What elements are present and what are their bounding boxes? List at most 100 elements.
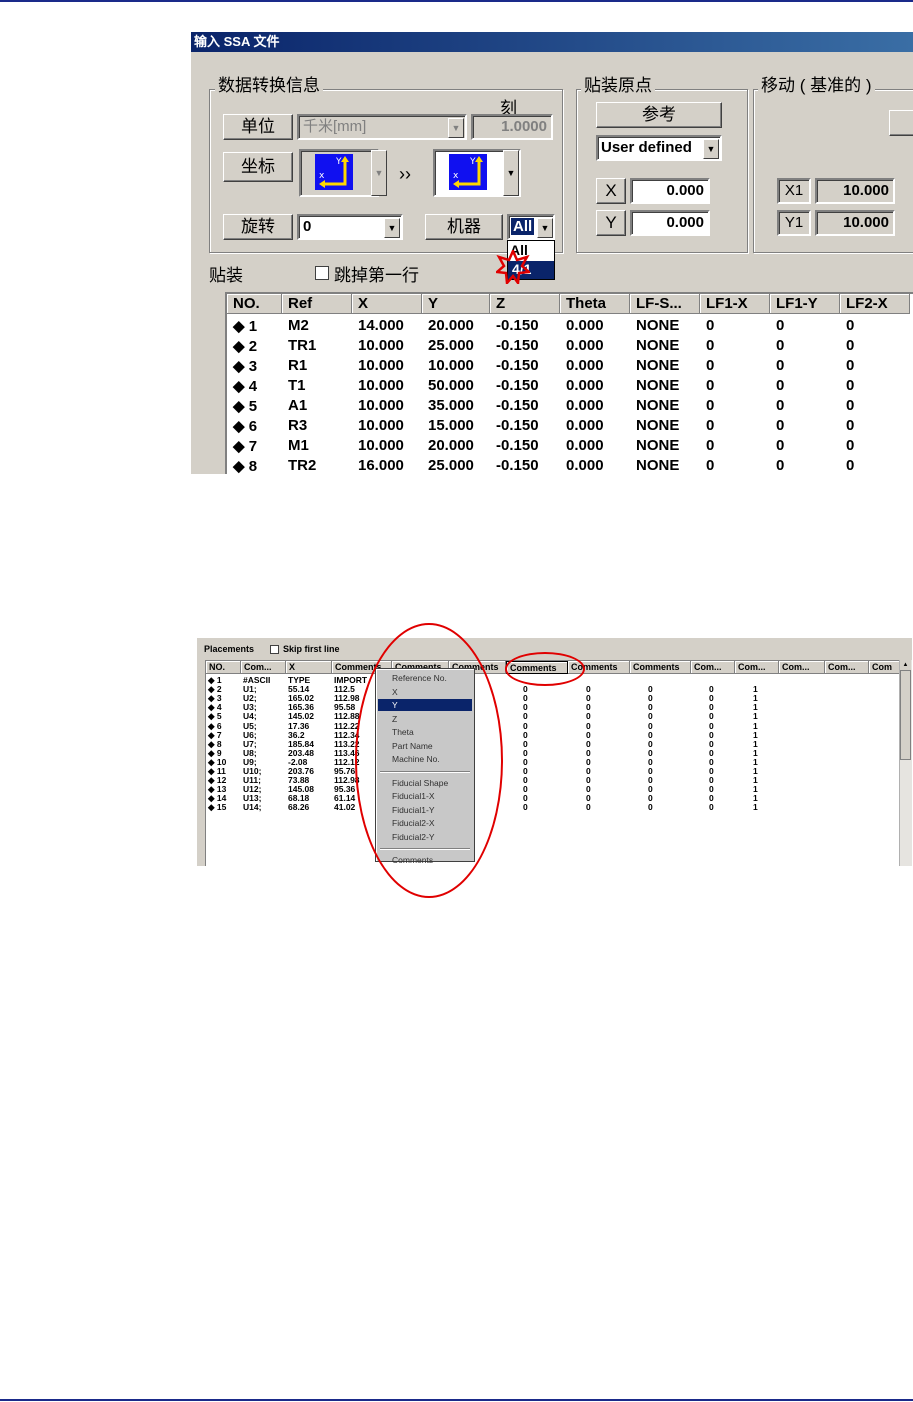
grid-column-header[interactable]: Com... <box>825 661 869 674</box>
move-x1-label: X1 <box>777 178 811 204</box>
coord-target-arrow[interactable]: ▼ <box>503 150 519 196</box>
page-top-rule <box>0 0 913 2</box>
import-ssa-dialog: 输入 SSA 文件 数据转换信息 刻 单位 千米[mm] ▼ 1.0000 坐标… <box>191 32 913 474</box>
column-header[interactable]: LF1-Y <box>770 294 840 314</box>
unit-dropdown-arrow[interactable]: ▼ <box>448 118 464 138</box>
placement-label: 贴装 <box>209 266 243 285</box>
table-cell: 0 <box>776 457 785 474</box>
column-header[interactable]: Ref <box>282 294 352 314</box>
column-header[interactable]: LF1-X <box>700 294 770 314</box>
table-cell: 10.000 <box>428 357 474 374</box>
column-header[interactable]: Z <box>490 294 560 314</box>
table-cell: 0 <box>706 337 715 354</box>
table-cell: ◆ 2 <box>233 338 258 355</box>
grid-column-header[interactable]: Com... <box>241 661 286 674</box>
grid-scrollbar[interactable]: ▲ <box>899 660 912 866</box>
table-cell: ◆ 7 <box>233 438 258 455</box>
table-cell: 20.000 <box>428 437 474 454</box>
move-title: 移动 ( 基准的 ) <box>758 76 875 96</box>
column-header[interactable]: LF-S... <box>630 294 700 314</box>
svg-text:x: x <box>453 171 459 181</box>
table-cell: 0 <box>776 317 785 334</box>
table-cell: 0.000 <box>566 457 604 474</box>
rotate-button[interactable]: 旋转 <box>223 214 293 240</box>
coordinate-button[interactable]: 坐标 <box>223 152 293 182</box>
table-cell: 0 <box>846 397 855 414</box>
skip-first-line-checkbox-2[interactable] <box>270 645 279 654</box>
coord-source-arrow[interactable]: ▼ <box>371 150 387 196</box>
table-cell: 0.000 <box>566 397 604 414</box>
svg-text:Y: Y <box>335 157 342 167</box>
convert-arrow: ›› <box>399 164 411 184</box>
column-header[interactable]: LF2-X <box>840 294 910 314</box>
table-cell: 0.000 <box>566 357 604 374</box>
origin-x-field[interactable]: 0.000 <box>630 178 710 204</box>
table-cell: 0 <box>706 417 715 434</box>
table-cell: 20.000 <box>428 317 474 334</box>
svg-text:x: x <box>319 171 325 181</box>
table-cell: -0.150 <box>496 317 539 334</box>
placements-label: Placements <box>204 644 255 654</box>
move-edge-button[interactable] <box>889 110 913 136</box>
table-cell: NONE <box>636 417 680 434</box>
column-header[interactable]: Y <box>422 294 490 314</box>
table-cell: 10.000 <box>358 337 404 354</box>
grid-column-header[interactable]: Com... <box>735 661 779 674</box>
grid-column-header[interactable]: Com... <box>779 661 825 674</box>
origin-title: 贴装原点 <box>581 76 655 96</box>
grid-column-header[interactable]: Comments <box>630 661 691 674</box>
skip-first-line-checkbox[interactable] <box>315 266 329 280</box>
grid-column-header[interactable]: Com... <box>691 661 735 674</box>
unit-select[interactable]: 千米[mm] <box>297 114 467 140</box>
move-x1-field: 10.000 <box>815 178 895 204</box>
move-x1-value: 10.000 <box>843 182 889 199</box>
origin-y-label: Y <box>596 210 626 236</box>
machine-button[interactable]: 机器 <box>425 214 503 240</box>
table-cell: NONE <box>636 377 680 394</box>
table-cell: ◆ 4 <box>233 378 258 395</box>
annotation-burst-marker <box>494 247 533 287</box>
table-cell: 0 <box>776 337 785 354</box>
origin-y-field[interactable]: 0.000 <box>630 210 710 236</box>
skip-first-line-label: 跳掉第一行 <box>334 266 419 285</box>
column-header[interactable]: NO. <box>227 294 282 314</box>
table-cell: ◆ 6 <box>233 418 258 435</box>
grid-column-header[interactable]: NO. <box>206 661 241 674</box>
coord-target-icon: Y x <box>449 154 487 190</box>
table-cell: 10.000 <box>358 397 404 414</box>
table-cell: 0 <box>846 357 855 374</box>
column-header[interactable]: Theta <box>560 294 630 314</box>
table-cell: 0.000 <box>566 377 604 394</box>
table-cell: NONE <box>636 337 680 354</box>
table-cell: 0 <box>846 317 855 334</box>
table-cell: ◆ 3 <box>233 358 258 375</box>
table-cell: NONE <box>636 397 680 414</box>
table-cell: -0.150 <box>496 417 539 434</box>
origin-mode-arrow[interactable]: ▼ <box>703 139 719 159</box>
table-cell: 0 <box>846 417 855 434</box>
machine-dropdown-arrow[interactable]: ▼ <box>537 218 553 238</box>
rotate-dropdown-arrow[interactable]: ▼ <box>384 218 400 238</box>
origin-x-value: 0.000 <box>666 182 704 199</box>
table-cell: 10.000 <box>358 357 404 374</box>
grid-column-header[interactable]: X <box>286 661 332 674</box>
reference-button[interactable]: 参考 <box>596 102 722 128</box>
table-cell: -0.150 <box>496 337 539 354</box>
column-header[interactable]: X <box>352 294 422 314</box>
coord-source-icon: Y x <box>315 154 353 190</box>
origin-y-value: 0.000 <box>666 214 704 231</box>
table-cell: 0 <box>846 437 855 454</box>
rotate-value: 0 <box>303 218 312 235</box>
unit-button[interactable]: 单位 <box>223 114 293 140</box>
page-bottom-rule <box>0 1399 913 1401</box>
table-cell: -0.150 <box>496 377 539 394</box>
scale-value: 1.0000 <box>501 118 547 135</box>
table-cell: 0 <box>706 437 715 454</box>
origin-x-label: X <box>596 178 626 204</box>
grid-cell: ◆ 15 <box>208 802 227 813</box>
table-cell: T1 <box>288 377 306 394</box>
scroll-thumb[interactable] <box>900 670 911 760</box>
grid-cell: 0 <box>586 802 591 813</box>
table-cell: 0 <box>706 377 715 394</box>
machine-value: All <box>511 218 535 235</box>
